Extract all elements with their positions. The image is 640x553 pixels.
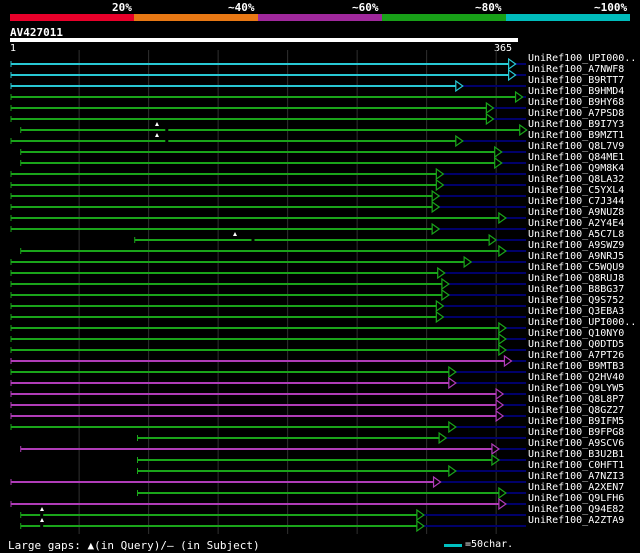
hit-arrow-icon (448, 376, 457, 390)
hit-label[interactable]: UniRef100_B9HY68 (528, 97, 624, 108)
hit-label[interactable]: UniRef100_Q9S752 (528, 295, 624, 306)
hit-arrow-icon (455, 134, 464, 148)
hit-arrow-icon (431, 200, 441, 214)
hit-label[interactable]: UniRef100_UPI000.. (528, 53, 636, 64)
hit-arrow-icon (435, 299, 445, 313)
hit-label[interactable]: UniRef100_A9SWZ9 (528, 240, 624, 251)
hit-arrow-icon (463, 255, 473, 269)
hit-arrow-icon (498, 211, 507, 225)
hit-label[interactable]: UniRef100_Q0DTD5 (528, 339, 624, 350)
hit-label[interactable]: UniRef100_A7PT26 (528, 350, 624, 361)
query-gap-icon (40, 518, 44, 522)
gaps-legend: Large gaps: ▲(in Query)/– (in Subject) (8, 539, 260, 552)
hit-label[interactable]: UniRef100_A7NWF8 (528, 64, 624, 75)
hit-arrow-icon (455, 79, 464, 93)
hit-arrow-icon (448, 464, 457, 478)
hit-label[interactable]: UniRef100_UPI000.. (528, 317, 636, 328)
hit-arrow-icon (435, 178, 445, 192)
hit-arrow-icon (485, 101, 495, 115)
hit-arrow-icon (494, 156, 503, 170)
hit-arrow-icon (495, 398, 505, 412)
hit-label[interactable]: UniRef100_A7NZI3 (528, 471, 624, 482)
hit-label[interactable]: UniRef100_A9NRJ5 (528, 251, 624, 262)
hit-arrow-icon (437, 266, 446, 280)
hit-arrow-icon (431, 189, 441, 203)
hit-arrow-icon (441, 288, 450, 302)
hit-arrow-icon (514, 90, 524, 104)
hit-label[interactable]: UniRef100_A7PSD8 (528, 108, 624, 119)
hit-arrow-icon (431, 222, 441, 236)
hit-label[interactable]: UniRef100_Q2HV40 (528, 372, 624, 383)
hit-label[interactable]: UniRef100_A2Y4E4 (528, 218, 624, 229)
hit-arrow-icon (498, 244, 507, 258)
hit-label[interactable]: UniRef100_A2XEN7 (528, 482, 624, 493)
subject-gap-mark (165, 140, 169, 142)
hit-label[interactable]: UniRef100_Q3EBA3 (528, 306, 624, 317)
query-gap-icon (233, 232, 237, 236)
hit-arrow-icon (448, 365, 457, 379)
hit-label[interactable]: UniRef100_Q8GZ27 (528, 405, 624, 416)
hit-arrow-icon (498, 332, 507, 346)
hit-label[interactable]: UniRef100_Q84ME1 (528, 152, 624, 163)
hit-label[interactable]: UniRef100_B9I7Y3 (528, 119, 624, 130)
hit-label[interactable]: UniRef100_Q94E82 (528, 504, 624, 515)
hit-arrow-icon (416, 519, 425, 533)
query-gap-icon (40, 507, 44, 511)
hit-arrow-icon (503, 354, 513, 368)
hit-label[interactable]: UniRef100_C5YXL4 (528, 185, 624, 196)
hit-arrow-icon (438, 431, 448, 445)
subject-gap-mark (251, 239, 255, 241)
hit-label[interactable]: UniRef100_C5WQU9 (528, 262, 624, 273)
hit-arrow-icon (495, 409, 505, 423)
hit-arrow-icon (498, 486, 507, 500)
subject-gap-mark (40, 525, 44, 527)
hit-label[interactable]: UniRef100_B9MTB3 (528, 361, 624, 372)
hit-label[interactable]: UniRef100_B3U2B1 (528, 449, 624, 460)
hit-label[interactable]: UniRef100_Q10NY0 (528, 328, 624, 339)
hit-arrow-icon (416, 508, 425, 522)
hit-arrow-icon (441, 277, 450, 291)
hit-label[interactable]: UniRef100_C0HFT1 (528, 460, 624, 471)
hit-label[interactable]: UniRef100_A5C7L8 (528, 229, 624, 240)
hit-arrow-icon (494, 145, 503, 159)
hit-label[interactable]: UniRef100_B9HMD4 (528, 86, 624, 97)
hit-arrow-icon (491, 453, 500, 467)
hit-arrow-icon (435, 167, 445, 181)
scale-bar (444, 544, 462, 547)
hit-label[interactable]: UniRef100_B9MZT1 (528, 130, 624, 141)
hit-label[interactable]: UniRef100_Q8L7V9 (528, 141, 624, 152)
scale-text: =50char. (465, 539, 514, 550)
hit-arrow-icon (448, 420, 457, 434)
hit-label[interactable]: UniRef100_Q9M8K4 (528, 163, 624, 174)
hit-label[interactable]: UniRef100_Q8L8P7 (528, 394, 624, 405)
hit-arrow-icon (495, 387, 505, 401)
hit-arrow-icon (488, 233, 498, 247)
hit-label[interactable]: UniRef100_B9IFM5 (528, 416, 624, 427)
hit-label[interactable]: UniRef100_Q8RUJ8 (528, 273, 624, 284)
query-gap-icon (155, 133, 159, 137)
hit-arrow-icon (491, 442, 500, 456)
hit-label[interactable]: UniRef100_A2ZTA9 (528, 515, 624, 526)
hit-label[interactable]: UniRef100_C7J344 (528, 196, 624, 207)
query-gap-icon (155, 122, 159, 126)
hit-arrow-icon (508, 68, 517, 82)
hit-label[interactable]: UniRef100_Q8LA32 (528, 174, 624, 185)
subject-gap-mark (165, 129, 169, 131)
hit-arrow-icon (432, 475, 442, 489)
hit-label[interactable]: UniRef100_A9NUZ8 (528, 207, 624, 218)
hit-label[interactable]: UniRef100_B9FPG8 (528, 427, 624, 438)
hit-arrow-icon (498, 343, 507, 357)
hit-label[interactable]: UniRef100_Q9LFH6 (528, 493, 624, 504)
subject-gap-mark (40, 514, 44, 516)
hit-arrow-icon (485, 112, 495, 126)
hit-label[interactable]: UniRef100_B9RTT7 (528, 75, 624, 86)
hit-arrow-icon (508, 57, 517, 71)
hit-arrow-icon (519, 123, 528, 137)
hit-arrow-icon (435, 310, 445, 324)
hit-label[interactable]: UniRef100_B8BG37 (528, 284, 624, 295)
hit-label[interactable]: UniRef100_A9SCV6 (528, 438, 624, 449)
hit-arrow-icon (498, 497, 507, 511)
hit-arrow-icon (498, 321, 507, 335)
hit-label[interactable]: UniRef100_Q9LYW5 (528, 383, 624, 394)
